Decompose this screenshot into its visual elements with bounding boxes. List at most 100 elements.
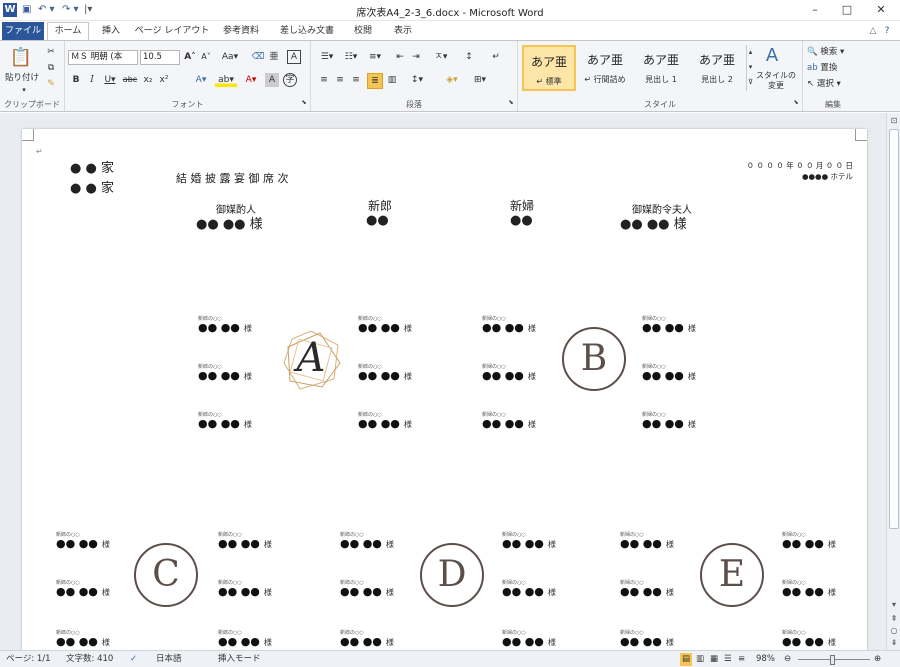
style-heading-2[interactable]: あア亜 見出し 2 (690, 45, 744, 91)
previous-page-icon[interactable]: ⇞ (888, 613, 900, 625)
cut-icon[interactable]: ✂ (44, 45, 58, 59)
style-no-spacing[interactable]: あア亜 ↵ 行間詰め (578, 45, 632, 91)
tab-review[interactable]: 校閲 (346, 23, 380, 40)
outline-icon[interactable]: ☰ (724, 653, 732, 666)
select-label: 選択 (816, 79, 834, 89)
zoom-in-icon[interactable]: ⊕ (874, 653, 881, 666)
tab-view[interactable]: 表示 (386, 23, 420, 40)
language[interactable]: 日本語 (156, 653, 182, 666)
distributed-icon[interactable]: ▥ (385, 73, 399, 87)
style-normal[interactable]: あア亜 ↵ 標準 (522, 45, 576, 91)
guest-entry: 新婦の○○ ●● ●● 様 (782, 579, 836, 599)
paragraph-dialog-launcher-icon[interactable]: ⬊ (507, 96, 515, 110)
word-count[interactable]: 文字数: 410 (66, 653, 113, 666)
change-case-icon[interactable]: Aa▾ (221, 50, 239, 64)
underline-icon[interactable]: U▾ (101, 73, 119, 87)
vertical-scrollbar[interactable]: ⊡ ▾ ⇞ ○ ⇟ (886, 113, 900, 650)
subscript-icon[interactable]: x₂ (141, 73, 155, 87)
proofing-icon[interactable]: ✓ (130, 653, 137, 666)
line-spacing-icon[interactable]: ↕▾ (407, 73, 427, 87)
multilevel-list-icon[interactable]: ≡▾ (365, 50, 385, 64)
align-right-icon[interactable]: ≡ (349, 73, 363, 87)
enclose-characters-icon[interactable]: 字 (283, 73, 297, 87)
zoom-level[interactable]: 98% (756, 653, 775, 666)
insert-mode[interactable]: 挿入モード (218, 653, 261, 666)
help-icon[interactable]: ? (880, 23, 894, 40)
text-effects-icon[interactable]: A▾ (191, 73, 211, 87)
zoom-out-icon[interactable]: ⊖ (784, 653, 791, 666)
shading-icon[interactable]: ◈▾ (441, 73, 463, 87)
strikethrough-icon[interactable]: abc (121, 73, 139, 87)
find-button[interactable]: 🔍 検索 ▾ (807, 45, 857, 59)
zoom-slider-thumb[interactable] (830, 655, 835, 665)
asian-layout-icon[interactable]: ㅈ▾ (431, 50, 451, 64)
select-button[interactable]: ↖ 選択 ▾ (807, 77, 857, 91)
change-styles-button[interactable]: スタイルの変更 (756, 71, 796, 91)
full-screen-reading-icon[interactable]: ▥ (696, 653, 704, 666)
tab-page-layout[interactable]: ページ レイアウト (134, 23, 210, 40)
format-painter-icon[interactable]: ✎ (44, 77, 58, 91)
maximize-button[interactable]: □ (830, 0, 864, 21)
borders-icon[interactable]: ⊞▾ (469, 73, 491, 87)
italic-icon[interactable]: I (85, 73, 99, 87)
ruler-toggle-icon[interactable]: ⊡ (888, 115, 900, 127)
next-page-icon[interactable]: ⇟ (888, 637, 900, 649)
replace-button[interactable]: ab 置換 (807, 61, 857, 75)
minimize-button[interactable]: – (798, 0, 832, 21)
paste-dropdown-icon[interactable]: ▾ (20, 83, 28, 97)
highlight-icon[interactable]: ab▾ (215, 73, 237, 87)
decrease-indent-icon[interactable]: ⇤ (393, 50, 407, 64)
align-left-icon[interactable]: ≡ (317, 73, 331, 87)
change-styles-icon[interactable]: A (760, 45, 784, 67)
styles-scroll-icon[interactable]: ▴ ▾ ⊽ (746, 45, 754, 91)
align-center-icon[interactable]: ≡ (333, 73, 347, 87)
increase-indent-icon[interactable]: ⇥ (409, 50, 423, 64)
draft-icon[interactable]: ≡ (738, 653, 745, 666)
select-icon: ↖ (807, 79, 815, 89)
shrink-font-icon[interactable]: A˅ (199, 50, 213, 64)
guest-name: ●● ●● (620, 585, 662, 598)
paste-icon[interactable]: 📋 (8, 45, 34, 71)
sort-icon[interactable]: ↕ (461, 50, 477, 64)
browse-object-icon[interactable]: ○ (888, 625, 900, 637)
styles-dialog-launcher-icon[interactable]: ⬊ (792, 96, 800, 110)
style-sample: あア亜 (586, 53, 623, 67)
show-marks-icon[interactable]: ↵ (489, 50, 503, 64)
superscript-icon[interactable]: x² (157, 73, 171, 87)
guest-name-line: ●● ●● 様 (502, 636, 556, 649)
bullets-icon[interactable]: ☰▾ (317, 50, 337, 64)
collapse-ribbon-icon[interactable]: △ (866, 23, 880, 40)
family-name: ● ● 家 (70, 181, 114, 196)
tab-mailings[interactable]: 差し込み文書 (274, 23, 340, 40)
guest-name: ●● ●● (620, 635, 662, 648)
scroll-down-icon[interactable]: ▾ (888, 599, 900, 611)
font-name-select[interactable]: ＭＳ 明朝 (本 (68, 50, 138, 65)
character-border-icon[interactable]: A (287, 50, 301, 64)
font-dialog-launcher-icon[interactable]: ⬊ (300, 96, 308, 110)
style-heading-1[interactable]: あア亜 見出し 1 (634, 45, 688, 91)
document-page[interactable]: ↵ ● ● 家 ● ● 家 結 婚 披 露 宴 御 席 次 ０ ０ ０ ０ 年 … (22, 129, 867, 659)
web-layout-icon[interactable]: ▦ (710, 653, 718, 666)
honorific: 様 (527, 324, 536, 333)
character-shading-icon[interactable]: A (265, 73, 279, 87)
phonetic-guide-icon[interactable]: 亜 (267, 50, 281, 64)
tab-home[interactable]: ホーム (47, 22, 89, 40)
tab-references[interactable]: 参考資料 (214, 23, 268, 40)
bold-icon[interactable]: B (69, 73, 83, 87)
copy-icon[interactable]: ⧉ (44, 61, 58, 75)
tab-file[interactable]: ファイル (2, 22, 44, 40)
guest-entry: 新婦の○○ ●● ●● 様 (642, 315, 696, 335)
clear-format-icon[interactable]: ⌫ (251, 50, 265, 64)
print-layout-icon[interactable]: ▤ (680, 653, 692, 666)
close-button[interactable]: ✕ (864, 0, 898, 21)
font-size-select[interactable]: 10.5 (140, 50, 180, 65)
page-count[interactable]: ページ: 1/1 (6, 653, 51, 666)
scroll-thumb[interactable] (889, 129, 899, 529)
honorific: 様 (547, 588, 556, 597)
tab-insert[interactable]: 挿入 (94, 23, 128, 40)
grow-font-icon[interactable]: A˄ (183, 50, 197, 64)
numbering-icon[interactable]: ☷▾ (341, 50, 361, 64)
justify-icon[interactable]: ≣ (367, 73, 383, 89)
font-color-icon[interactable]: A▾ (241, 73, 261, 87)
host-name: ●● ●● 様 (620, 217, 687, 232)
